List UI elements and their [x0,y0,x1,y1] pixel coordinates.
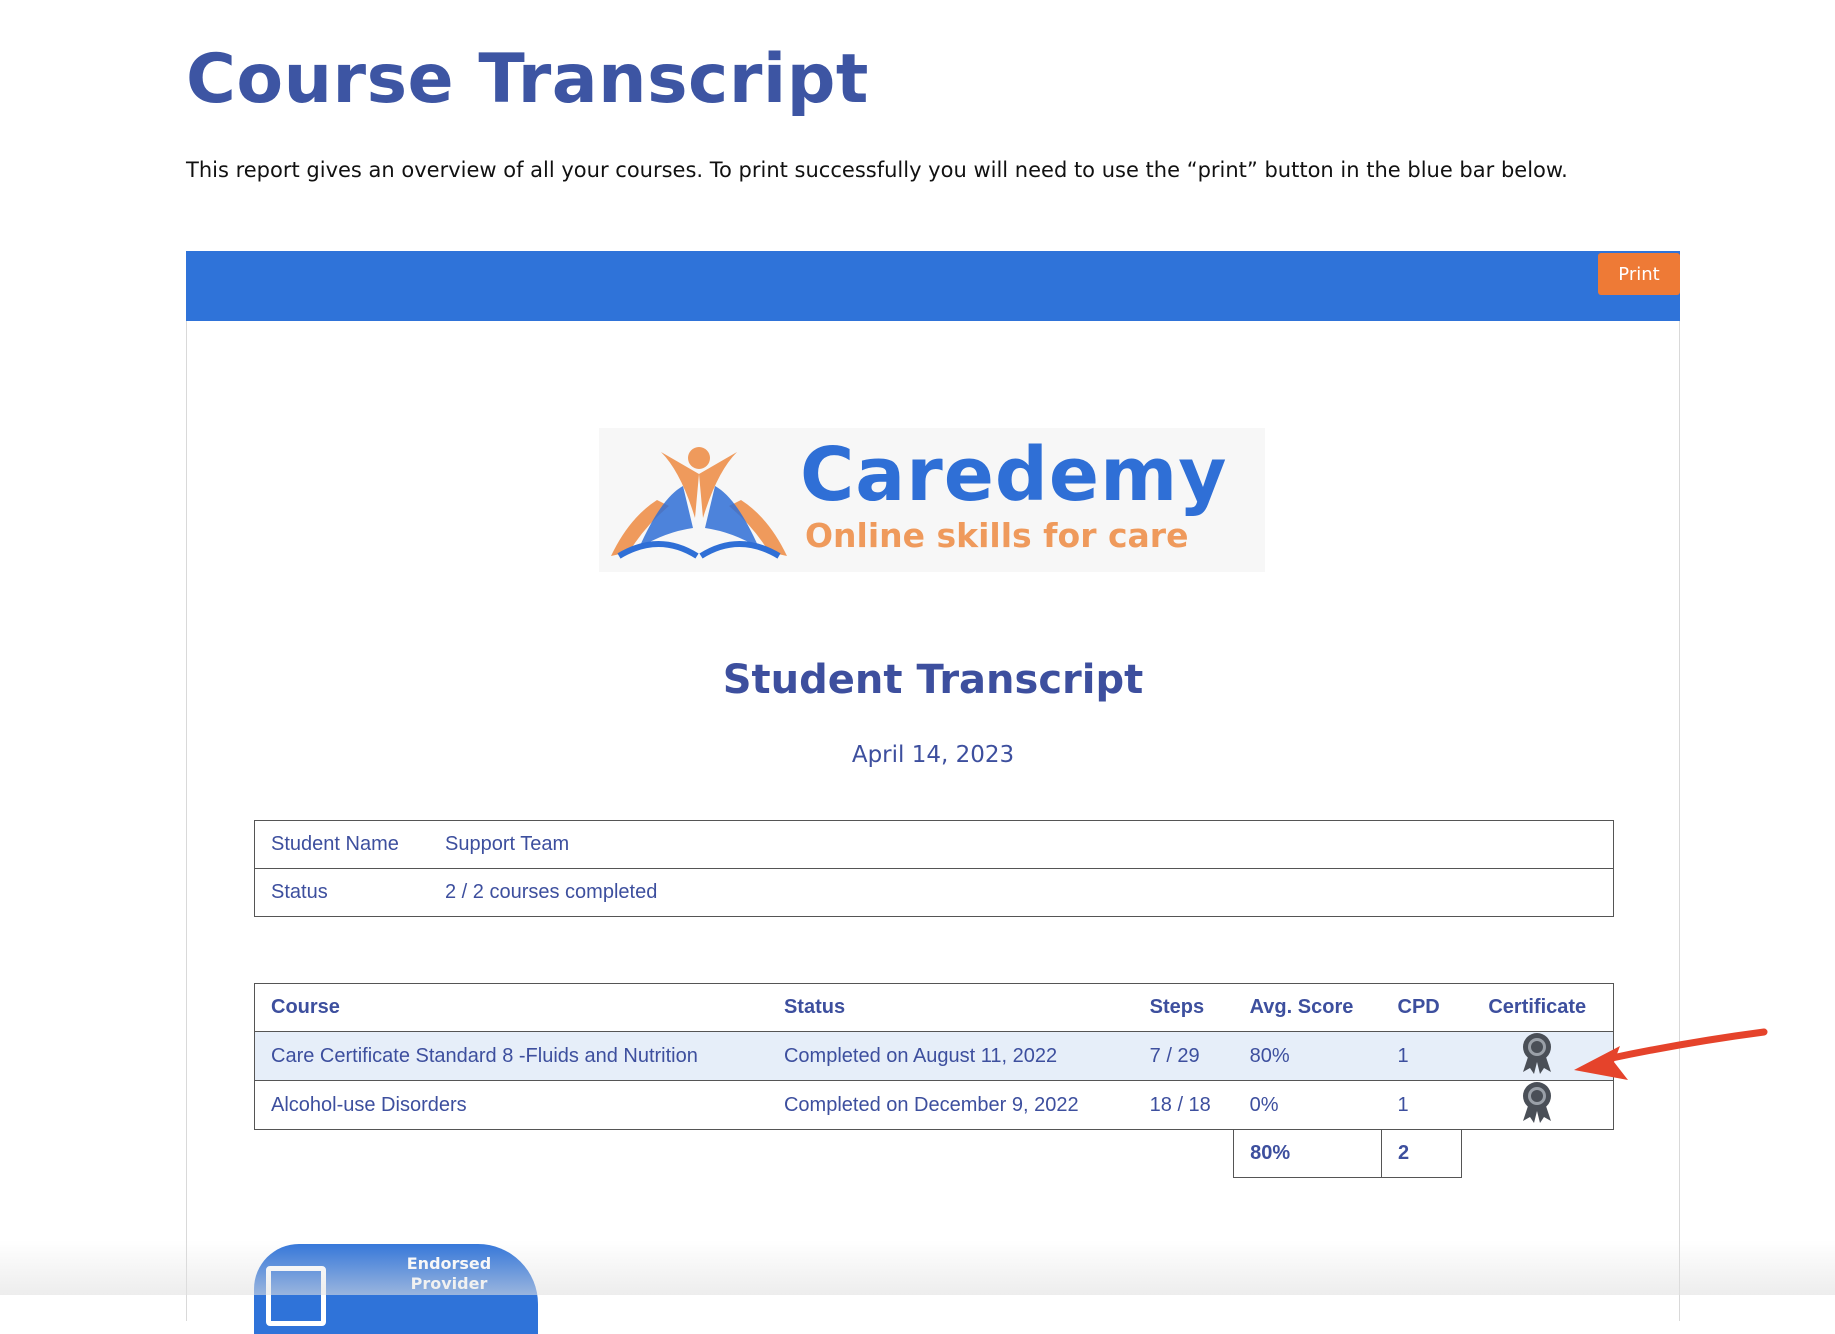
student-name-label: Student Name [254,820,429,869]
course-table: Course Status Steps Avg. Score CPD Certi… [253,983,1614,1178]
course-name: Alcohol-use Disorders [253,1080,768,1130]
total-avg-score: 80% [1233,1129,1383,1178]
caredemy-logo: Caredemy Online skills for care [599,428,1265,572]
header-cpd: CPD [1381,983,1462,1032]
student-info-table: Student Name Support Team Status 2 / 2 c… [254,820,1614,917]
transcript-date: April 14, 2023 [851,742,1015,768]
course-cpd: 1 [1381,1031,1462,1081]
course-status: Completed on August 11, 2022 [767,1031,1134,1081]
transcript-title: Student Transcript [722,657,1144,703]
endorsed-provider-badge: Endorsed Provider [254,1244,538,1334]
intro-text: This report gives an overview of all you… [186,158,1568,182]
red-arrow-annotation [1574,1028,1768,1080]
badge-text: Endorsed Provider [384,1254,514,1294]
header-status: Status [767,983,1134,1032]
course-steps: 7 / 29 [1133,1031,1234,1081]
badge-frame-icon [266,1266,326,1326]
course-table-header: Course Status Steps Avg. Score CPD Certi… [253,983,1614,1032]
course-name: Care Certificate Standard 8 -Fluids and … [253,1031,768,1081]
open-book-person-icon [611,447,787,559]
certificate-ribbon-icon[interactable] [1520,1032,1554,1080]
course-status: Completed on December 9, 2022 [767,1080,1134,1130]
table-row: Alcohol-use Disorders Completed on Decem… [253,1080,1614,1130]
header-course: Course [253,983,768,1032]
print-toolbar: Print [186,251,1680,321]
badge-line-2: Provider [410,1274,488,1293]
print-button[interactable]: Print [1598,253,1680,295]
header-avg-score: Avg. Score [1233,983,1382,1032]
student-status-value: 2 / 2 courses completed [429,868,1614,917]
page-title: Course Transcript [186,40,869,119]
course-avg-score: 0% [1233,1080,1382,1130]
course-avg-score: 80% [1233,1031,1382,1081]
badge-line-1: Endorsed [406,1254,492,1273]
logo-name: Caredemy [800,432,1228,518]
total-cpd: 2 [1381,1129,1462,1178]
logo-tagline: Online skills for care [805,516,1189,555]
transcript-report: Caredemy Online skills for care Student … [186,321,1680,1321]
course-cpd: 1 [1381,1080,1462,1130]
course-steps: 18 / 18 [1133,1080,1234,1130]
student-status-row: Status 2 / 2 courses completed [254,868,1614,917]
student-name-row: Student Name Support Team [254,820,1614,869]
table-row: Care Certificate Standard 8 -Fluids and … [253,1031,1614,1081]
certificate-ribbon-icon[interactable] [1520,1081,1554,1129]
header-steps: Steps [1133,983,1234,1032]
totals-row: 80% 2 [255,1129,1614,1178]
student-status-label: Status [254,868,429,917]
student-name-value: Support Team [429,820,1614,869]
